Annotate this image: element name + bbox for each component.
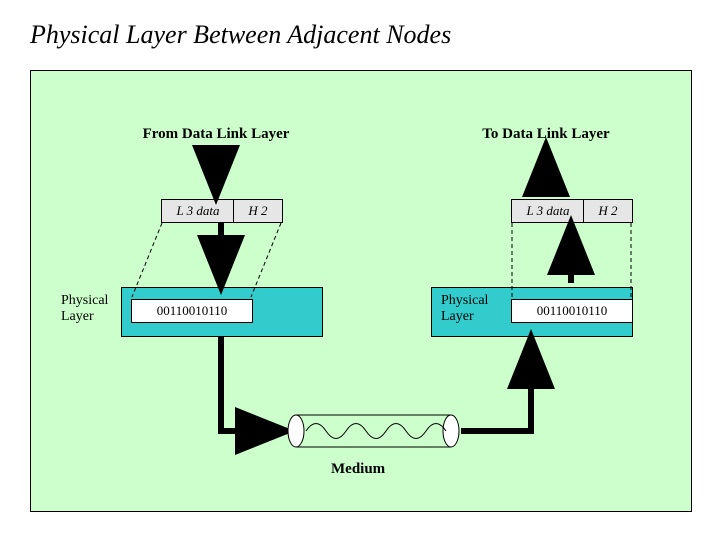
left-l3-cell: L 3 data <box>161 199 235 223</box>
left-phy-label-1: Physical <box>61 293 108 309</box>
right-phy-label-2: Layer <box>441 309 474 325</box>
dashed-left-2 <box>251 223 281 297</box>
medium-label: Medium <box>331 461 385 478</box>
left-h2-cell: H 2 <box>233 199 283 223</box>
to-dll-label: To Data Link Layer <box>461 126 631 143</box>
medium-pipe <box>288 415 459 447</box>
left-phy-label-2: Layer <box>61 309 94 325</box>
right-h2-cell: H 2 <box>583 199 633 223</box>
right-phy-label-1: Physical <box>441 293 488 309</box>
dashed-left-1 <box>132 223 162 297</box>
right-l3-cell: L 3 data <box>511 199 585 223</box>
from-dll-label: From Data Link Layer <box>126 126 306 143</box>
slide: Physical Layer Between Adjacent Nodes Fr… <box>0 0 720 540</box>
diagram-canvas: From Data Link Layer L 3 data H 2 001100… <box>30 70 692 512</box>
right-bits-box: 00110010110 <box>511 299 633 323</box>
left-bits-box: 00110010110 <box>131 299 253 323</box>
slide-title: Physical Layer Between Adjacent Nodes <box>30 20 451 50</box>
